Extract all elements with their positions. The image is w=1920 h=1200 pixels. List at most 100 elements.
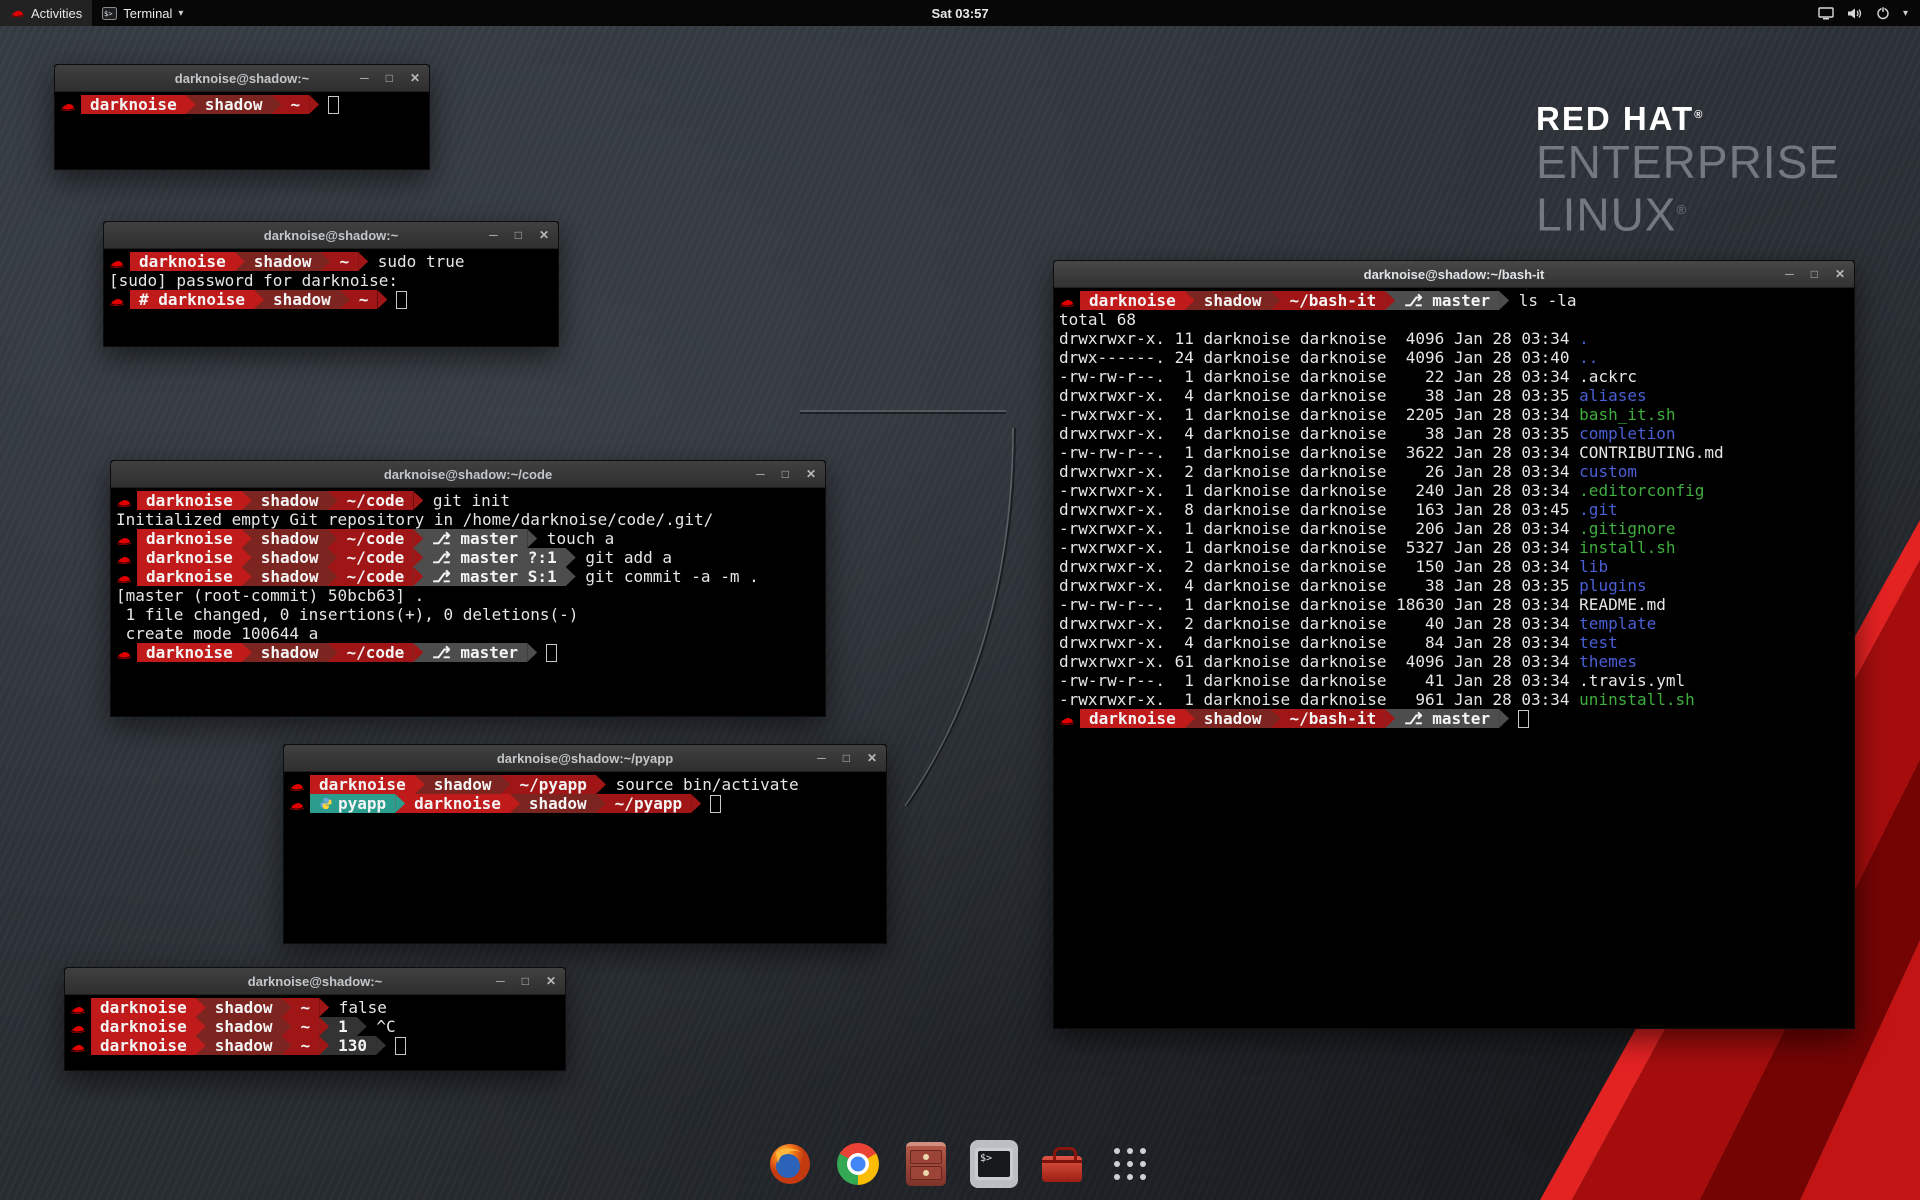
dock-toolbox-icon[interactable] [1038, 1140, 1086, 1188]
maximize-button[interactable]: □ [782, 468, 789, 480]
terminal-body[interactable]: darknoiseshadow~ sudo true[sudo] passwor… [104, 249, 558, 312]
powerline-separator-icon [357, 1017, 367, 1036]
file-name: .git [1579, 500, 1618, 519]
power-icon [1876, 6, 1890, 20]
prompt-segment-path: ~ [331, 252, 359, 271]
prompt-segment-path: ~/code [338, 643, 414, 662]
output-line: total 68 [1059, 310, 1849, 329]
minimize-button[interactable]: ─ [496, 975, 505, 987]
command-text: sudo true [368, 252, 464, 271]
titlebar[interactable]: darknoise@shadow:~/code ─ □ ✕ [111, 461, 825, 488]
file-name: .. [1579, 348, 1598, 367]
brand-redhat-text: RED HAT® [1536, 100, 1840, 138]
prompt-segment-host: shadow [1195, 709, 1271, 728]
clock[interactable]: Sat 03:57 [931, 6, 988, 21]
dock-chrome-icon[interactable] [834, 1140, 882, 1188]
prompt-segment-path: ~/bash-it [1281, 291, 1386, 310]
prompt-segment-host: shadow [425, 775, 501, 794]
powerline-arrow [357, 1017, 367, 1036]
powerline-arrow [321, 252, 331, 271]
file-name: aliases [1579, 386, 1646, 405]
prompt-segment-host: shadow [252, 548, 328, 567]
file-name: completion [1579, 424, 1675, 443]
terminal-body[interactable]: darknoiseshadow~ falsedarknoiseshadow~1 … [65, 995, 565, 1058]
volume-icon [1847, 7, 1863, 20]
prompt-segment-user: darknoise [137, 548, 242, 567]
titlebar[interactable]: darknoise@shadow:~/bash-it ─ □ ✕ [1054, 261, 1854, 288]
minimize-button[interactable]: ─ [817, 752, 826, 764]
ls-columns: drwxrwxr-x. 4 darknoise darknoise 38 Jan… [1059, 576, 1579, 595]
powerline-arrow [242, 529, 252, 548]
maximize-button[interactable]: □ [522, 975, 529, 987]
terminal-window-bashit[interactable]: darknoise@shadow:~/bash-it ─ □ ✕ darknoi… [1053, 260, 1855, 1029]
terminal-body[interactable]: darknoiseshadow~/pyapp source bin/activa… [284, 772, 886, 816]
output-line: Initialized empty Git repository in /hom… [116, 510, 820, 529]
window-title: darknoise@shadow:~/pyapp [497, 751, 673, 766]
minimize-button[interactable]: ─ [756, 468, 765, 480]
maximize-button[interactable]: □ [386, 72, 393, 84]
powerline-separator-icon [1385, 291, 1395, 310]
prompt-segment-status: 1 [329, 1017, 357, 1036]
close-button[interactable]: ✕ [867, 752, 877, 764]
close-button[interactable]: ✕ [539, 229, 549, 241]
minimize-button[interactable]: ─ [1785, 268, 1794, 280]
close-button[interactable]: ✕ [806, 468, 816, 480]
close-button[interactable]: ✕ [1835, 268, 1845, 280]
minimize-button[interactable]: ─ [360, 72, 369, 84]
powerline-separator-icon [413, 643, 423, 662]
command-text: touch a [537, 529, 614, 548]
maximize-button[interactable]: □ [843, 752, 850, 764]
titlebar[interactable]: darknoise@shadow:~ ─ □ ✕ [104, 222, 558, 249]
maximize-button[interactable]: □ [515, 229, 522, 241]
app-menu-terminal[interactable]: $> Terminal ▾ [92, 0, 193, 26]
file-name: install.sh [1579, 538, 1675, 557]
powerline-separator-icon [376, 1036, 386, 1055]
redhat-icon [60, 95, 81, 117]
minimize-button[interactable]: ─ [489, 229, 498, 241]
powerline-arrow [566, 567, 576, 586]
powerline-arrow [242, 491, 252, 510]
prompt-segment-git: ⎇ master [1395, 291, 1499, 310]
file-name: lib [1579, 557, 1608, 576]
titlebar[interactable]: darknoise@shadow:~/pyapp ─ □ ✕ [284, 745, 886, 772]
close-button[interactable]: ✕ [410, 72, 420, 84]
command-text: git add a [576, 548, 672, 567]
maximize-button[interactable]: □ [1811, 268, 1818, 280]
powerline-arrow [596, 794, 606, 813]
powerline-arrow [328, 529, 338, 548]
output-line: -rw-rw-r--. 1 darknoise darknoise 18630 … [1059, 595, 1849, 614]
terminal-window-sudo[interactable]: darknoise@shadow:~ ─ □ ✕ darknoiseshadow… [103, 221, 559, 347]
terminal-body[interactable]: darknoiseshadow~ [55, 92, 429, 117]
terminal-cursor [396, 291, 407, 309]
prompt-segment-user: darknoise [91, 998, 196, 1017]
close-button[interactable]: ✕ [546, 975, 556, 987]
powerline-arrow [272, 95, 282, 114]
terminal-body[interactable]: darknoiseshadow~/code git initInitialize… [111, 488, 825, 665]
terminal-body[interactable]: darknoiseshadow~/bash-it⎇ master ls -lat… [1054, 288, 1854, 731]
activities-button[interactable]: Activities [0, 0, 92, 26]
dock-terminal-icon[interactable]: $> [970, 1140, 1018, 1188]
powerline-separator-icon [282, 1017, 292, 1036]
ls-columns: -rwxrwxr-x. 1 darknoise darknoise 240 Ja… [1059, 481, 1579, 500]
window-title: darknoise@shadow:~ [248, 974, 382, 989]
powerline-arrow [415, 775, 425, 794]
powerline-arrow [196, 998, 206, 1017]
terminal-window-home-1[interactable]: darknoise@shadow:~ ─ □ ✕ darknoiseshadow… [54, 64, 430, 170]
titlebar[interactable]: darknoise@shadow:~ ─ □ ✕ [55, 65, 429, 92]
powerline-arrow [328, 567, 338, 586]
prompt-segment-host: shadow [206, 1017, 282, 1036]
dock-firefox-icon[interactable] [766, 1140, 814, 1188]
powerline-separator-icon [510, 794, 520, 813]
titlebar[interactable]: darknoise@shadow:~ ─ □ ✕ [65, 968, 565, 995]
dock-app-grid-icon[interactable] [1106, 1140, 1154, 1188]
powerline-separator-icon [328, 529, 338, 548]
ls-columns: drwxrwxr-x. 8 darknoise darknoise 163 Ja… [1059, 500, 1579, 519]
terminal-window-pyapp[interactable]: darknoise@shadow:~/pyapp ─ □ ✕ darknoise… [283, 744, 887, 944]
powerline-separator-icon [319, 998, 329, 1017]
terminal-window-exitcodes[interactable]: darknoise@shadow:~ ─ □ ✕ darknoise shadow… [64, 967, 566, 1071]
terminal-window-code[interactable]: darknoise@shadow:~/code ─ □ ✕ darknoise s… [110, 460, 826, 717]
prompt-segment-venv: pyapp [310, 794, 395, 813]
powerline-separator-icon [242, 643, 252, 662]
dock-files-icon[interactable] [902, 1140, 950, 1188]
system-status-area[interactable]: ▾ [1806, 0, 1920, 26]
